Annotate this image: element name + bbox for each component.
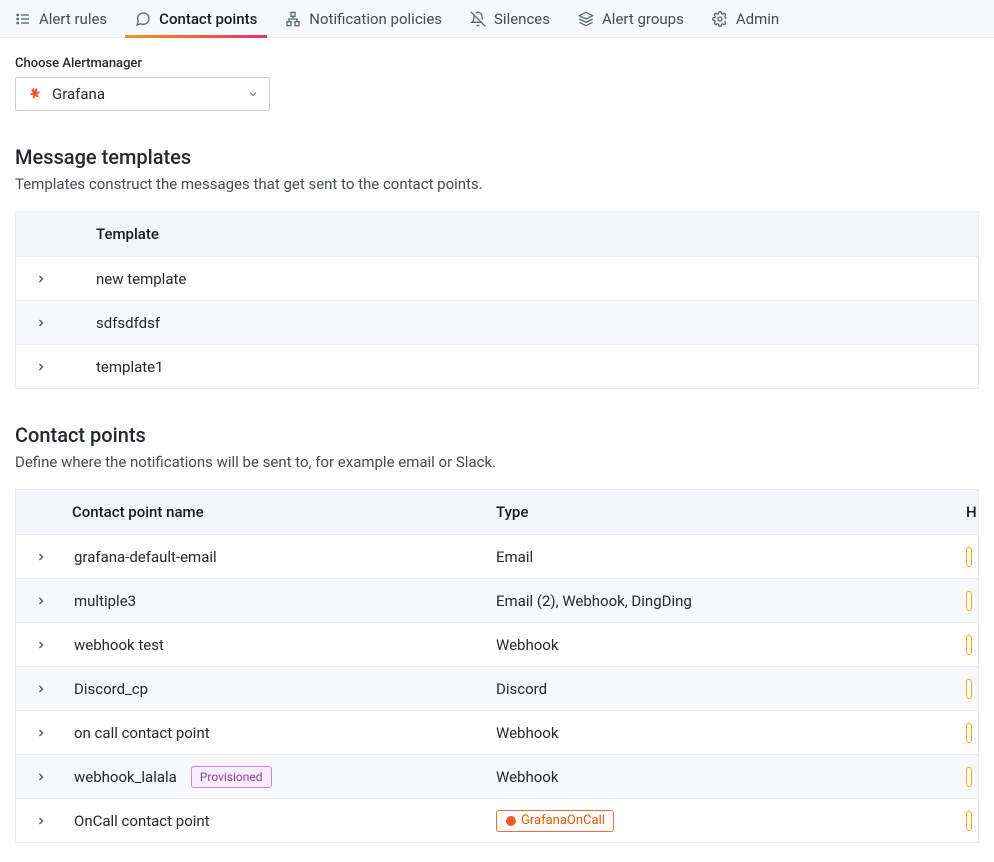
- contact-points-description: Define where the notifications will be s…: [15, 453, 979, 471]
- comment-icon: [135, 11, 151, 27]
- template-name: sdfsdfdsf: [66, 314, 978, 332]
- contact-point-row: OnCall contact point GrafanaOnCall: [16, 798, 978, 842]
- expand-toggle[interactable]: [16, 595, 66, 607]
- tab-alert-rules[interactable]: Alert rules: [15, 0, 107, 38]
- tab-label: Silences: [494, 10, 550, 28]
- contact-points-header-name: Contact point name: [16, 503, 496, 521]
- contact-point-type: Discord: [496, 680, 547, 698]
- tab-admin[interactable]: Admin: [712, 0, 779, 38]
- layers-icon: [578, 11, 594, 27]
- health-indicator: [966, 547, 978, 567]
- templates-header-template: Template: [16, 225, 978, 243]
- health-indicator: [966, 767, 978, 787]
- expand-toggle[interactable]: [16, 771, 66, 783]
- template-row: sdfsdfdsf: [16, 300, 978, 344]
- grafana-oncall-badge: GrafanaOnCall: [496, 810, 614, 832]
- contact-point-name: webhook_lalala: [74, 768, 177, 786]
- contact-point-name: OnCall contact point: [74, 812, 210, 830]
- contact-points-heading: Contact points: [15, 423, 979, 447]
- expand-toggle[interactable]: [16, 551, 66, 563]
- expand-toggle[interactable]: [16, 683, 66, 695]
- template-row: new template: [16, 256, 978, 300]
- tab-label: Alert rules: [39, 10, 107, 28]
- tab-bar: Alert rules Contact points Notification …: [0, 0, 994, 38]
- template-row: template1: [16, 344, 978, 388]
- sitemap-icon: [285, 11, 301, 27]
- contact-point-type: Webhook: [496, 636, 558, 654]
- bell-slash-icon: [470, 11, 486, 27]
- grafana-logo-icon: [26, 86, 42, 102]
- contact-point-row: webhook_lalala Provisioned Webhook: [16, 754, 978, 798]
- tab-label: Contact points: [159, 10, 257, 28]
- contact-point-row: webhook test Webhook: [16, 622, 978, 666]
- alertmanager-label: Choose Alertmanager: [15, 56, 979, 71]
- provisioned-badge: Provisioned: [191, 766, 272, 788]
- contact-points-header-health: H: [966, 503, 978, 521]
- contact-points-header-type: Type: [496, 503, 966, 521]
- contact-point-name: grafana-default-email: [74, 548, 217, 566]
- contact-point-name: Discord_cp: [74, 680, 148, 698]
- chevron-down-icon: [247, 88, 259, 100]
- health-indicator: [966, 723, 978, 743]
- list-icon: [15, 11, 31, 27]
- expand-toggle[interactable]: [16, 639, 66, 651]
- contact-points-header-row: Contact point name Type H: [16, 490, 978, 534]
- gear-icon: [712, 11, 728, 27]
- expand-toggle[interactable]: [16, 273, 66, 285]
- tab-silences[interactable]: Silences: [470, 0, 550, 38]
- contact-point-row: on call contact point Webhook: [16, 710, 978, 754]
- template-name: new template: [66, 270, 978, 288]
- contact-point-name: multiple3: [74, 592, 136, 610]
- templates-description: Templates construct the messages that ge…: [15, 175, 979, 193]
- contact-point-type: Webhook: [496, 724, 558, 742]
- tab-contact-points[interactable]: Contact points: [135, 0, 257, 38]
- expand-toggle[interactable]: [16, 317, 66, 329]
- health-indicator: [966, 811, 978, 831]
- contact-point-row: grafana-default-email Email: [16, 534, 978, 578]
- contact-point-type: Email (2), Webhook, DingDing: [496, 592, 692, 610]
- alertmanager-select[interactable]: Grafana: [15, 77, 270, 111]
- contact-point-type: Email: [496, 548, 533, 566]
- health-indicator: [966, 635, 978, 655]
- tab-notification-policies[interactable]: Notification policies: [285, 0, 442, 38]
- templates-table: Template new template sdfsdfdsf template1: [15, 211, 979, 389]
- tab-label: Admin: [736, 10, 779, 28]
- contact-point-name: on call contact point: [74, 724, 210, 742]
- tab-alert-groups[interactable]: Alert groups: [578, 0, 684, 38]
- alertmanager-value: Grafana: [52, 85, 247, 103]
- contact-point-row: Discord_cp Discord: [16, 666, 978, 710]
- contact-point-row: multiple3 Email (2), Webhook, DingDing: [16, 578, 978, 622]
- expand-toggle[interactable]: [16, 727, 66, 739]
- expand-toggle[interactable]: [16, 815, 66, 827]
- template-name: template1: [66, 358, 978, 376]
- tab-label: Alert groups: [602, 10, 684, 28]
- health-indicator: [966, 679, 978, 699]
- contact-points-table: Contact point name Type H grafana-defaul…: [15, 489, 979, 843]
- templates-header-row: Template: [16, 212, 978, 256]
- contact-point-name: webhook test: [74, 636, 164, 654]
- contact-point-type: Webhook: [496, 768, 558, 786]
- templates-heading: Message templates: [15, 145, 979, 169]
- tab-label: Notification policies: [309, 10, 442, 28]
- expand-toggle[interactable]: [16, 361, 66, 373]
- health-indicator: [966, 591, 978, 611]
